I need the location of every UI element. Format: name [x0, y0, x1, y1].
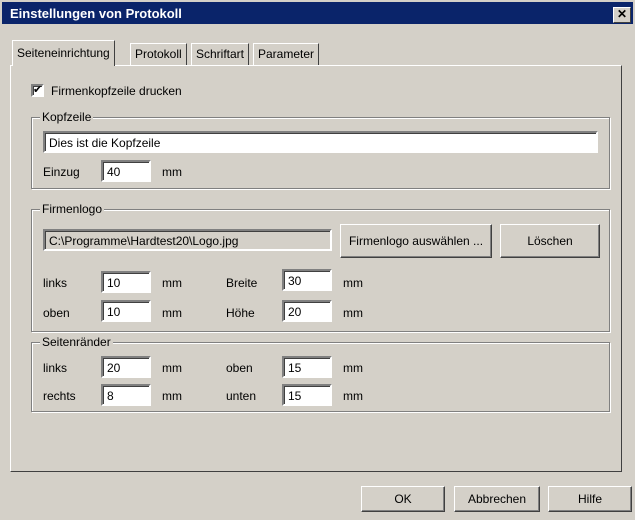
logo-top-input[interactable]: 10	[101, 300, 151, 322]
margin-right-input[interactable]: 8	[101, 384, 151, 406]
indent-value: 40	[107, 165, 121, 179]
header-text-input[interactable]: Dies ist die Kopfzeile	[43, 131, 598, 153]
margin-bottom-value: 15	[288, 389, 302, 403]
margin-bottom-input[interactable]: 15	[282, 384, 332, 406]
logo-top-value: 10	[107, 305, 121, 319]
margin-left-input[interactable]: 20	[101, 356, 151, 378]
tab-parameter[interactable]: Parameter	[253, 43, 320, 65]
logo-path-input[interactable]: C:\Programme\Hardtest20\Logo.jpg	[43, 229, 332, 251]
cancel-label: Abbrechen	[467, 492, 527, 506]
tab-seiteneinrichtung[interactable]: Seiteneinrichtung	[12, 40, 115, 66]
ok-button[interactable]: OK	[361, 486, 445, 512]
margin-top-label: oben	[226, 361, 253, 375]
tab-label: Protokoll	[135, 47, 182, 61]
logo-width-unit: mm	[343, 276, 363, 290]
logo-left-label: links	[43, 276, 68, 290]
dialog-window: Einstellungen von Protokoll ✕ Seiteneinr…	[0, 0, 635, 520]
logo-left-unit: mm	[162, 276, 182, 290]
select-logo-label: Firmenlogo auswählen ...	[348, 234, 484, 248]
indent-label: Einzug	[43, 165, 80, 179]
logo-width-label: Breite	[226, 276, 258, 290]
logo-width-value: 30	[288, 274, 302, 288]
delete-logo-button[interactable]: Löschen	[500, 224, 600, 258]
cancel-button[interactable]: Abbrechen	[454, 486, 540, 512]
ok-label: OK	[394, 492, 412, 506]
margin-right-unit: mm	[162, 389, 182, 403]
margin-bottom-unit: mm	[343, 389, 363, 403]
print-header-checkbox[interactable]: ✔ Firmenkopfzeile drucken	[31, 82, 231, 100]
indent-unit: mm	[162, 165, 182, 179]
delete-logo-label: Löschen	[527, 234, 573, 248]
help-button[interactable]: Hilfe	[548, 486, 632, 512]
logo-height-label: Höhe	[226, 306, 255, 320]
checkbox-box[interactable]: ✔	[31, 84, 44, 97]
margin-top-unit: mm	[343, 361, 363, 375]
close-icon: ✕	[616, 7, 628, 21]
logo-height-value: 20	[288, 305, 302, 319]
logo-height-unit: mm	[343, 306, 363, 320]
title-bar: Einstellungen von Protokoll ✕	[2, 2, 633, 24]
checkbox-label: Firmenkopfzeile drucken	[51, 84, 182, 98]
tab-label: Schriftart	[196, 47, 245, 61]
margin-right-value: 8	[107, 389, 114, 403]
tab-label: Seiteneinrichtung	[17, 46, 110, 60]
logo-width-input[interactable]: 30	[282, 269, 332, 291]
tab-schriftart[interactable]: Schriftart	[191, 43, 250, 65]
group-title-kopfzeile: Kopfzeile	[40, 110, 94, 124]
indent-input[interactable]: 40	[101, 160, 151, 182]
tab-label: Parameter	[258, 47, 315, 61]
logo-top-label: oben	[43, 306, 70, 320]
margin-top-value: 15	[288, 361, 302, 375]
margin-left-value: 20	[107, 361, 121, 375]
logo-height-input[interactable]: 20	[282, 300, 332, 322]
logo-left-value: 10	[107, 276, 121, 290]
logo-left-input[interactable]: 10	[101, 271, 151, 293]
margin-right-label: rechts	[43, 389, 76, 403]
select-logo-button[interactable]: Firmenlogo auswählen ...	[340, 224, 492, 258]
margin-left-unit: mm	[162, 361, 182, 375]
group-title-seitenraender: Seitenränder	[40, 335, 113, 349]
margin-top-input[interactable]: 15	[282, 356, 332, 378]
header-text-value: Dies ist die Kopfzeile	[49, 136, 161, 150]
window-title: Einstellungen von Protokoll	[10, 6, 182, 21]
help-label: Hilfe	[577, 492, 602, 506]
margin-left-label: links	[43, 361, 68, 375]
tab-protokoll[interactable]: Protokoll	[130, 43, 187, 65]
check-icon: ✔	[33, 84, 43, 96]
margin-bottom-label: unten	[226, 389, 257, 403]
logo-top-unit: mm	[162, 306, 182, 320]
close-button[interactable]: ✕	[613, 7, 631, 23]
group-title-firmenlogo: Firmenlogo	[40, 202, 105, 216]
logo-path-value: C:\Programme\Hardtest20\Logo.jpg	[49, 234, 239, 248]
